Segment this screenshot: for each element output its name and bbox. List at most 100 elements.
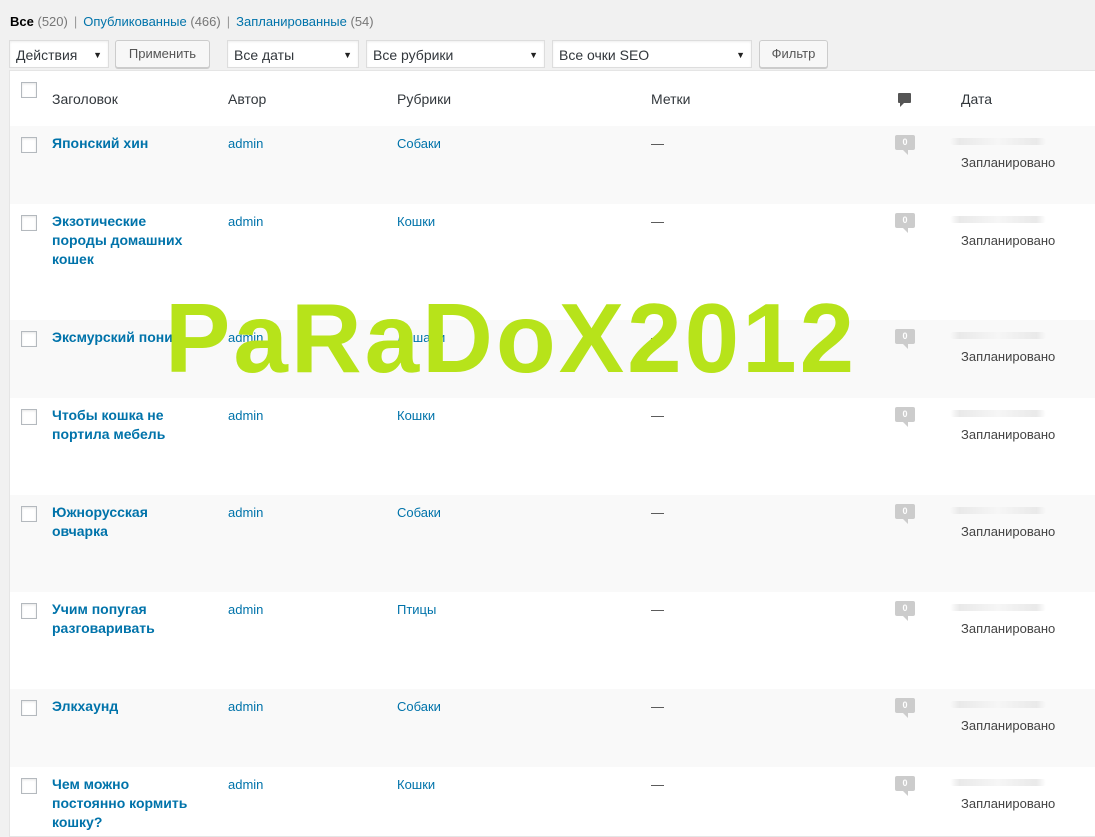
- post-status-text: Запланировано: [961, 621, 1056, 636]
- post-author-link[interactable]: admin: [228, 328, 263, 347]
- chevron-down-icon: ▼: [529, 50, 538, 60]
- table-row: Чем можно постоянно кормить кошку? admin К…: [10, 767, 1095, 836]
- filter-all-link[interactable]: Все (520): [10, 14, 68, 29]
- post-author-link[interactable]: admin: [228, 406, 263, 425]
- comment-count-bubble[interactable]: 0: [895, 698, 915, 718]
- date-redacted: [950, 701, 1046, 708]
- post-author-link[interactable]: admin: [228, 503, 263, 522]
- date-redacted: [950, 332, 1046, 339]
- bulk-actions-select[interactable]: Действия ▼: [9, 40, 109, 68]
- filter-published-link[interactable]: Опубликованные (466): [83, 14, 220, 29]
- comment-count-bubble[interactable]: 0: [895, 135, 915, 155]
- post-title-link[interactable]: Японский хин: [52, 134, 202, 153]
- post-tags-value: —: [651, 505, 664, 520]
- comment-count-bubble[interactable]: 0: [895, 329, 915, 349]
- post-title-link[interactable]: Экзотические породы домашних кошек: [52, 212, 202, 269]
- comment-icon[interactable]: [898, 93, 911, 107]
- post-title-link[interactable]: Чтобы кошка не портила мебель: [52, 406, 202, 444]
- filter-scheduled-link[interactable]: Запланированные (54): [236, 14, 374, 29]
- post-category-link[interactable]: Птицы: [397, 600, 436, 619]
- filter-published-count: (466): [190, 14, 221, 29]
- dates-filter-select[interactable]: Все даты ▼: [227, 40, 359, 68]
- post-category-link[interactable]: Кошки: [397, 406, 435, 425]
- post-status-text: Запланировано: [961, 796, 1056, 811]
- filter-all-label: Все: [10, 14, 34, 29]
- post-tags-value: —: [651, 777, 664, 792]
- post-category-link[interactable]: Лошади: [397, 328, 445, 347]
- categories-filter-value: Все рубрики: [373, 47, 454, 63]
- filter-button[interactable]: Фильтр: [759, 40, 828, 68]
- comment-count-bubble[interactable]: 0: [895, 213, 915, 233]
- row-checkbox[interactable]: [21, 409, 37, 425]
- post-category-link[interactable]: Собаки: [397, 697, 441, 716]
- post-status-text: Запланировано: [961, 718, 1056, 733]
- posts-list-screen: Все (520) | Опубликованные (466) | Запланиро…: [0, 0, 1095, 837]
- post-author-link[interactable]: admin: [228, 697, 263, 716]
- post-category-link[interactable]: Собаки: [397, 134, 441, 153]
- date-redacted: [950, 507, 1046, 514]
- row-checkbox[interactable]: [21, 603, 37, 619]
- row-checkbox[interactable]: [21, 215, 37, 231]
- column-date-header[interactable]: Дата: [961, 91, 992, 107]
- filter-separator: |: [226, 14, 231, 29]
- chevron-down-icon: ▼: [736, 50, 745, 60]
- bulk-actions-value: Действия: [16, 47, 78, 63]
- table-row: Эксмурский пони admin Лошади — 0 Запланирован…: [10, 320, 1095, 398]
- seo-filter-value: Все очки SEO: [559, 47, 650, 63]
- chevron-down-icon: ▼: [343, 50, 352, 60]
- comment-count-bubble[interactable]: 0: [895, 776, 915, 796]
- post-status-text: Запланировано: [961, 155, 1056, 170]
- post-tags-value: —: [651, 602, 664, 617]
- post-category-link[interactable]: Кошки: [397, 775, 435, 794]
- categories-filter-select[interactable]: Все рубрики ▼: [366, 40, 545, 68]
- comment-count-bubble[interactable]: 0: [895, 504, 915, 524]
- post-category-link[interactable]: Кошки: [397, 212, 435, 231]
- post-status-text: Запланировано: [961, 524, 1056, 539]
- table-header: Заголовок Автор Рубрики Метки Дата: [10, 71, 1095, 127]
- post-status-text: Запланировано: [961, 349, 1056, 364]
- row-checkbox[interactable]: [21, 778, 37, 794]
- table-row: Чтобы кошка не портила мебель admin Кошки —…: [10, 398, 1095, 495]
- post-title-link[interactable]: Эксмурский пони: [52, 328, 202, 347]
- filter-published-label: Опубликованные: [83, 14, 187, 29]
- row-checkbox[interactable]: [21, 700, 37, 716]
- filter-separator: |: [73, 14, 78, 29]
- post-tags-value: —: [651, 699, 664, 714]
- chevron-down-icon: ▼: [93, 50, 102, 60]
- table-row: Экзотические породы домашних кошек admin К…: [10, 204, 1095, 320]
- apply-button[interactable]: Применить: [115, 40, 210, 68]
- column-title-header[interactable]: Заголовок: [52, 91, 118, 107]
- post-tags-value: —: [651, 408, 664, 423]
- filter-all-count: (520): [37, 14, 68, 29]
- status-filter-links: Все (520) | Опубликованные (466) | Запланиро…: [10, 14, 374, 29]
- post-author-link[interactable]: admin: [228, 600, 263, 619]
- dates-filter-value: Все даты: [234, 47, 295, 63]
- post-status-text: Запланировано: [961, 233, 1056, 248]
- comment-count-bubble[interactable]: 0: [895, 601, 915, 621]
- filter-scheduled-count: (54): [350, 14, 374, 29]
- post-tags-value: —: [651, 214, 664, 229]
- table-row: Элкхаунд admin Собаки — 0 Запланировано: [10, 689, 1095, 767]
- row-checkbox[interactable]: [21, 137, 37, 153]
- post-title-link[interactable]: Южнорусская овчарка: [52, 503, 202, 541]
- post-author-link[interactable]: admin: [228, 775, 263, 794]
- select-all-checkbox[interactable]: [21, 82, 37, 98]
- date-redacted: [950, 410, 1046, 417]
- post-title-link[interactable]: Элкхаунд: [52, 697, 202, 716]
- post-title-link[interactable]: Чем можно постоянно кормить кошку?: [52, 775, 202, 832]
- column-author-header: Автор: [228, 91, 267, 107]
- post-author-link[interactable]: admin: [228, 134, 263, 153]
- table-row: Учим попугая разговаривать admin Птицы — 0 За…: [10, 592, 1095, 689]
- comment-count-bubble[interactable]: 0: [895, 407, 915, 427]
- seo-filter-select[interactable]: Все очки SEO ▼: [552, 40, 752, 68]
- column-tags-header: Метки: [651, 91, 691, 107]
- post-title-link[interactable]: Учим попугая разговаривать: [52, 600, 202, 638]
- table-toolbar: Действия ▼ Применить Все даты ▼ Все рубр…: [0, 40, 1095, 70]
- post-category-link[interactable]: Собаки: [397, 503, 441, 522]
- date-redacted: [950, 604, 1046, 611]
- row-checkbox[interactable]: [21, 506, 37, 522]
- row-checkbox[interactable]: [21, 331, 37, 347]
- post-tags-value: —: [651, 330, 664, 345]
- post-author-link[interactable]: admin: [228, 212, 263, 231]
- post-status-text: Запланировано: [961, 427, 1056, 442]
